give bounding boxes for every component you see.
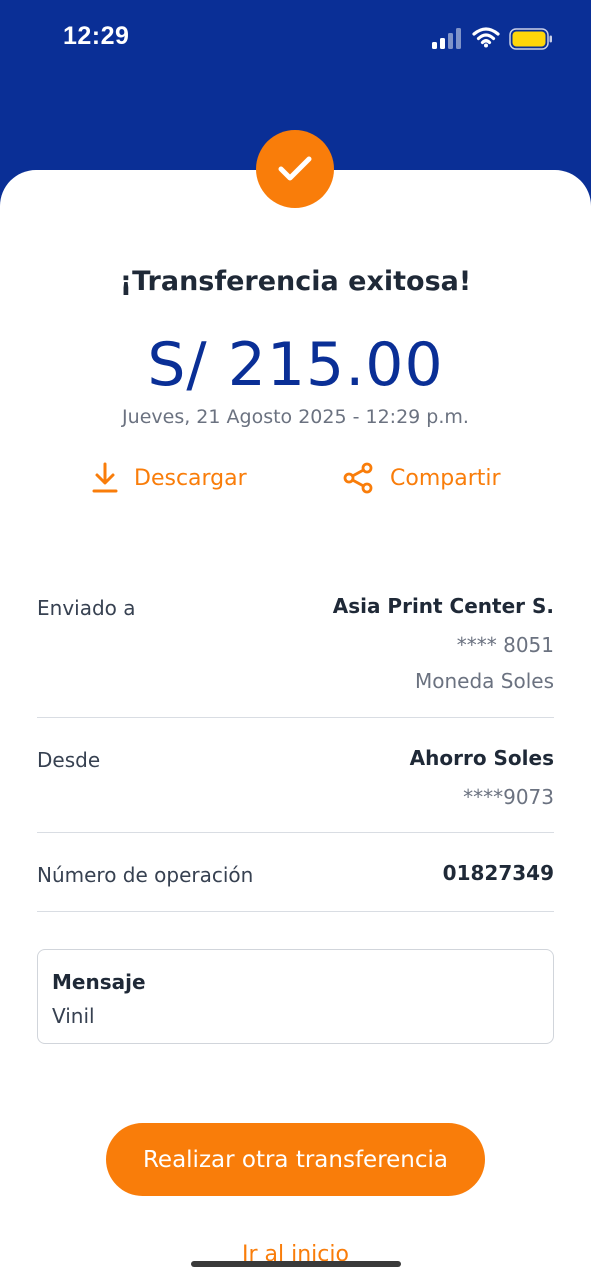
operation-number-label: Número de operación (37, 863, 254, 887)
recipient-currency: Moneda Soles (415, 669, 554, 693)
message-card: Mensaje Vinil (37, 949, 554, 1044)
share-icon (343, 462, 373, 494)
download-icon (92, 462, 118, 493)
from-label: Desde (37, 748, 101, 772)
source-account-number: ****9073 (463, 785, 554, 809)
sent-to-label: Enviado a (37, 596, 136, 620)
success-badge (256, 130, 334, 208)
recipient-account: **** 8051 (456, 633, 554, 657)
home-indicator (191, 1261, 401, 1267)
source-account-name: Ahorro Soles (409, 746, 554, 770)
transfer-amount: S/ 215.00 (147, 330, 444, 400)
cellular-signal-icon (432, 28, 461, 49)
divider (37, 911, 554, 912)
message-label: Mensaje (52, 970, 146, 994)
message-value: Vinil (52, 1004, 95, 1028)
recipient-name: Asia Print Center S. (332, 594, 554, 618)
download-label: Descargar (134, 465, 247, 491)
new-transfer-button[interactable]: Realizar otra transferencia (106, 1123, 485, 1196)
share-button[interactable]: Compartir (342, 458, 501, 498)
check-icon (278, 156, 312, 181)
divider (37, 832, 554, 833)
download-button[interactable]: Descargar (92, 458, 247, 498)
battery-icon (509, 28, 552, 50)
divider (37, 717, 554, 718)
status-bar-time: 12:29 (63, 22, 130, 50)
success-title: ¡Transferencia exitosa! (119, 266, 472, 297)
operation-number-value: 01827349 (442, 861, 554, 885)
transfer-datetime: Jueves, 21 Agosto 2025 - 12:29 p.m. (122, 406, 469, 428)
wifi-icon (472, 27, 500, 48)
share-label: Compartir (390, 465, 501, 491)
